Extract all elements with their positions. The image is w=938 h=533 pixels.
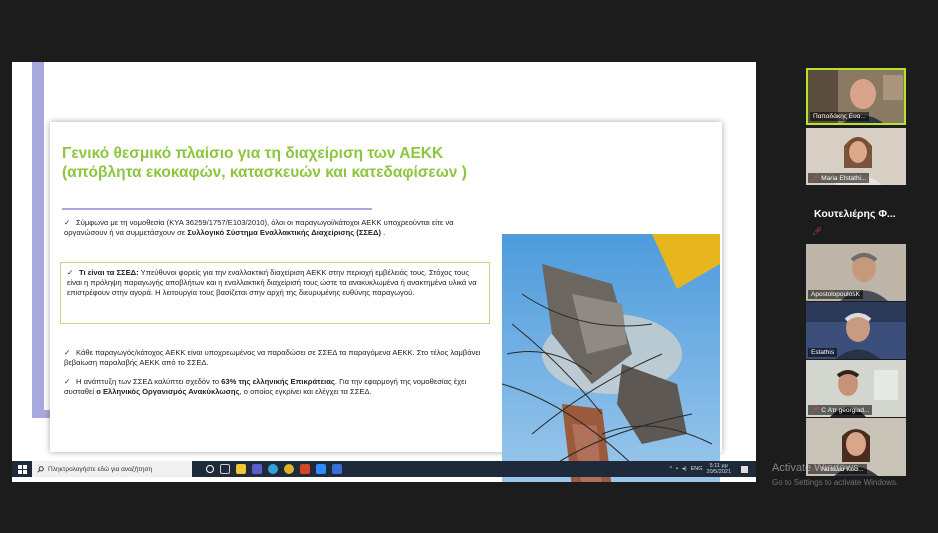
check-icon: ✓ [64, 218, 71, 227]
participant-name: 🎤︎ C Ατr georgiad... [808, 405, 873, 415]
language-indicator[interactable]: ENG [691, 466, 703, 472]
presentation-slide: Γενικό θεσμικό πλαίσιο για τη διαχείριση… [50, 122, 722, 482]
slide-title: Γενικό θεσμικό πλαίσιο για τη διαχείριση… [62, 144, 502, 182]
taskbar-search-input[interactable]: Πληκτρολογήστε εδώ για αναζήτηση [32, 461, 192, 477]
participant-tile[interactable]: 🎤︎ Maria Efstathi... [806, 128, 906, 185]
participant-name-large: Κουτελιέρης Φ... [814, 208, 896, 220]
volume-icon[interactable]: ◂) [682, 466, 687, 472]
clock[interactable]: 5:11 μμ 20/5/2021 [707, 463, 731, 475]
participant-name: ApostolopoulosK [808, 290, 863, 299]
network-icon[interactable]: ▪ [676, 466, 678, 472]
taskbar-apps [206, 464, 342, 474]
powerpoint-icon[interactable] [300, 464, 310, 474]
activate-windows-subtitle: Go to Settings to activate Windows. [772, 478, 899, 487]
chrome-icon[interactable] [284, 464, 294, 474]
cortana-icon[interactable] [206, 465, 214, 473]
muted-mic-icon: 🎤︎ [811, 175, 820, 182]
activate-windows-title: Activate Windows [772, 462, 859, 474]
edge-icon[interactable] [268, 464, 278, 474]
muted-mic-icon: 🎤︎ [811, 407, 820, 414]
check-icon: ✓ [67, 268, 74, 277]
teams-icon[interactable] [252, 464, 262, 474]
participant-tile[interactable]: Estathis [806, 302, 906, 359]
shared-screen: Γενικό θεσμικό πλαίσιο για τη διαχείριση… [12, 62, 756, 482]
file-explorer-icon[interactable] [236, 464, 246, 474]
muted-mic-icon: 🎤︎ [812, 227, 823, 236]
slide-decoration-bar [32, 62, 44, 412]
search-icon [37, 465, 44, 473]
check-icon: ✓ [64, 377, 71, 386]
participant-tile-active[interactable]: Παπαδάκης Ευα... [806, 68, 906, 125]
title-underline [62, 208, 372, 210]
participant-tile[interactable]: 🎤︎ C Ατr georgiad... [806, 360, 906, 417]
zoom-icon[interactable] [316, 464, 326, 474]
calendar-icon[interactable] [332, 464, 342, 474]
system-tray: ^ ▪ ◂) ENG 5:11 μμ 20/5/2021 [669, 463, 756, 475]
chevron-up-icon[interactable]: ^ [669, 466, 672, 472]
slide-title-line-1: Γενικό θεσμικό πλαίσιο για τη διαχείριση… [62, 145, 444, 162]
bullet-legislation: ✓ Σύμφωνα με τη νομοθεσία (ΚΥΑ 36259/1757… [64, 218, 454, 237]
participant-tile[interactable]: ApostolopoulosK [806, 244, 906, 301]
clock-date: 20/5/2021 [706, 469, 731, 475]
slide-title-line-2: (απόβλητα εκοκαφών, κατασκευών και κατεδ… [62, 164, 467, 181]
search-placeholder: Πληκτρολογήστε εδώ για αναζήτηση [48, 465, 153, 473]
notifications-icon[interactable] [741, 465, 748, 473]
bullet-what-is-ssed: ✓ Τι είναι τα ΣΣΕΔ: Υπεύθυνοι φορείς για … [60, 262, 490, 324]
windows-taskbar: Πληκτρολογήστε εδώ για αναζήτηση ^ ▪ ◂) … [12, 461, 756, 477]
task-view-icon[interactable] [220, 464, 230, 474]
bullet-coverage: ✓ Η ανάπτυξη των ΣΣΕΔ καλύπτει σχεδόν το … [64, 377, 467, 396]
participant-name: 🎤︎ Maria Efstathi... [808, 173, 870, 183]
participant-tile-no-video[interactable]: Κουτελιέρης Φ... 🎤︎ [806, 190, 906, 238]
bullet-producer-obligation: ✓ Κάθε παραγωγός/κάτοχος ΑΕΚΚ είναι υποχρ… [64, 348, 481, 367]
check-icon: ✓ [64, 348, 71, 357]
demolition-photo [502, 234, 720, 482]
participant-name: Estathis [808, 348, 838, 357]
windows-start-icon[interactable] [12, 461, 32, 477]
participant-name: Παπαδάκης Ευα... [810, 112, 869, 121]
